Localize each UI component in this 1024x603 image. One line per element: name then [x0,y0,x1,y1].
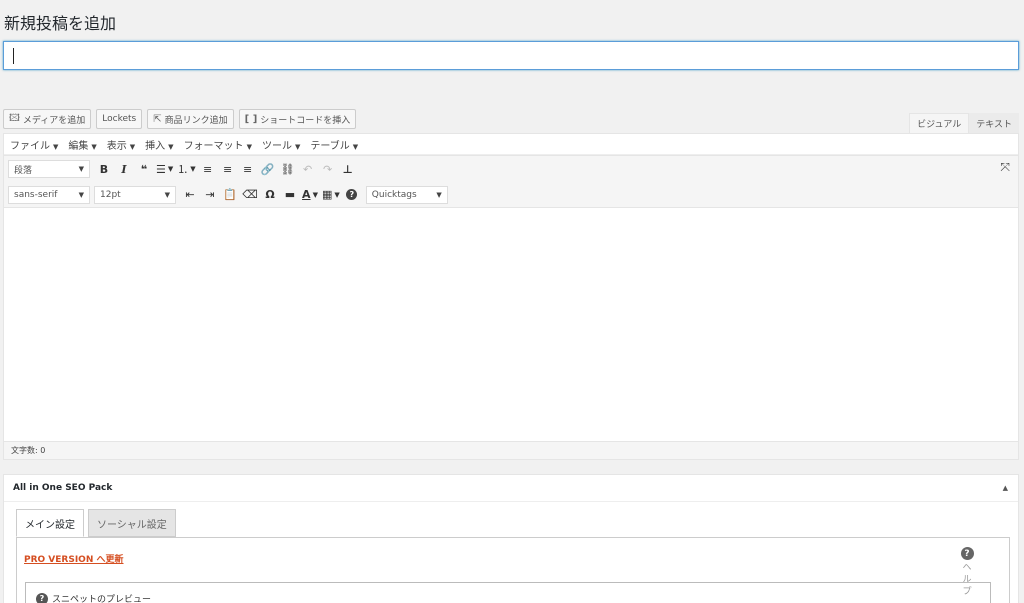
chevron-down-icon: ▼ [246,142,252,151]
align-left-icon[interactable]: ≡ [200,160,216,178]
post-title-input[interactable] [3,41,1019,70]
chevron-down-icon: ▼ [352,142,359,151]
unlink-icon[interactable]: ⛓ [280,160,296,178]
editor-mode-tabs: ビジュアル テキスト [909,113,1019,133]
chevron-down-icon: ▼ [312,190,318,199]
chevron-down-icon: ▼ [53,142,59,151]
link-icon[interactable]: 🔗 [260,160,276,178]
menu-edit[interactable]: 編集 ▼ [68,137,96,152]
chevron-down-icon: ▼ [167,165,174,173]
question-icon[interactable]: ? [36,592,48,603]
quicktags-select[interactable]: Quicktags ▼ [365,185,448,204]
chevron-down-icon: ▼ [78,190,84,199]
font-family-select[interactable]: sans-serif ▼ [8,185,90,204]
editor-menubar: ファイル ▼ 編集 ▼ 表示 ▼ 挿入 ▼ フォーマット ▼ ツール ▼ テーブル ▼ [4,134,1018,155]
bold-icon[interactable]: B [96,160,112,178]
numbered-list-icon[interactable]: ⒈ ▼ [177,160,195,178]
bullet-list-icon[interactable]: ☰ ▼ [156,160,173,178]
menu-file[interactable]: ファイル ▼ [10,137,58,152]
insert-shortcode-label: ショートコードを挿入 [260,115,351,126]
align-right-icon[interactable]: ≡ [240,160,256,178]
editor-content-area[interactable] [4,208,1018,441]
lockets-label: Lockets [102,114,137,124]
snippet-preview-box: ? スニペットのプレビュー [25,582,991,603]
product-link-label: 商品リンク追加 [164,115,228,126]
toolbar-row-2: sans-serif ▼ 12pt ▼ ⇤ ⇥ 📋 ⌫ Ω ▬ A ▼ ▦ ▼ ? Qu… [4,182,1018,208]
text-color-icon[interactable]: A ▼ [302,186,318,204]
menu-insert[interactable]: 挿入 ▼ [145,137,173,152]
tab-main-settings[interactable]: メイン設定 [16,509,84,537]
snippet-preview-label: ? スニペットのプレビュー [36,592,151,603]
seo-metabox: All in One SEO Pack ▲ メイン設定 ソーシャル設定 PRO … [3,474,1019,603]
seo-tabs: メイン設定 ソーシャル設定 [16,509,176,537]
paste-text-icon[interactable]: 📋 [222,186,238,204]
question-icon: ? [960,547,974,560]
tab-visual[interactable]: ビジュアル [909,113,970,133]
media-buttons-bar: 🖾 メディアを追加 Lockets ⇱ 商品リンク追加 [ ] ショートコードを… [3,109,357,129]
link-out-icon: ⇱ [153,113,162,125]
special-character-icon[interactable]: ⊥ [340,160,356,178]
seo-metabox-header[interactable]: All in One SEO Pack [4,475,1018,502]
menu-tools[interactable]: ツール ▼ [262,137,300,152]
fullscreen-icon[interactable]: ⤧ [1000,160,1010,175]
menu-view[interactable]: 表示 ▼ [107,137,135,152]
font-size-select[interactable]: 12pt ▼ [94,185,176,204]
page-title: 新規投稿を追加 [4,14,117,33]
table-icon[interactable]: ▦ ▼ [322,186,340,204]
lockets-button[interactable]: Lockets [96,109,143,129]
redo-icon[interactable]: ↷ [320,160,336,178]
chevron-down-icon: ▼ [91,142,97,151]
help-icon[interactable]: ? [344,186,360,204]
seo-tab-panel: PRO VERSION へ更新 ? ヘルプ ? スニペットのプレビュー [16,537,1010,603]
chevron-down-icon: ▼ [164,190,170,199]
align-center-icon[interactable]: ≡ [220,160,236,178]
undo-icon[interactable]: ↶ [300,160,316,178]
chevron-down-icon: ▼ [129,142,136,151]
seo-metabox-title: All in One SEO Pack [13,483,113,493]
editor: ファイル ▼ 編集 ▼ 表示 ▼ 挿入 ▼ フォーマット ▼ ツール ▼ テーブル ▼ 段落 ▼… [3,133,1019,460]
blockquote-icon[interactable]: ❝ [136,160,152,178]
indent-icon[interactable]: ⇥ [202,186,218,204]
word-count: 文字数: 0 [11,446,46,455]
toolbar-row-1: 段落 ▼ B I ❝ ☰ ▼ ⒈ ▼ ≡ ≡ ≡ 🔗 ⛓ ↶ ↷ ⊥ [4,155,1018,182]
media-icon: 🖾 [9,112,20,124]
add-media-button[interactable]: 🖾 メディアを追加 [3,109,92,129]
pro-version-link[interactable]: PRO VERSION へ更新 [24,552,124,565]
chevron-down-icon: ▼ [436,190,442,199]
horizontal-rule-icon[interactable]: ▬ [282,186,298,204]
shortcode-icon: [ ] [244,113,258,125]
text-caret [13,48,14,64]
chevron-down-icon: ▼ [168,142,174,151]
editor-statusbar: 文字数: 0 [4,441,1018,459]
format-select[interactable]: 段落 ▼ [8,160,90,178]
italic-icon[interactable]: I [116,160,132,178]
clear-formatting-icon[interactable]: ⌫ [242,186,258,204]
omega-icon[interactable]: Ω [262,186,278,204]
chevron-down-icon: ▼ [334,190,340,199]
chevron-down-icon: ▼ [294,142,301,151]
add-media-label: メディアを追加 [22,115,86,126]
product-link-button[interactable]: ⇱ 商品リンク追加 [147,109,234,129]
tab-social-settings[interactable]: ソーシャル設定 [88,509,176,537]
menu-table[interactable]: テーブル ▼ [310,137,358,152]
menu-format[interactable]: フォーマット ▼ [184,137,252,152]
chevron-down-icon: ▼ [190,165,196,173]
chevron-down-icon: ▼ [78,165,84,173]
tab-text[interactable]: テキスト [969,113,1019,133]
insert-shortcode-button[interactable]: [ ] ショートコードを挿入 [238,109,357,129]
collapse-toggle-icon[interactable]: ▲ [1003,484,1008,492]
outdent-icon[interactable]: ⇤ [182,186,198,204]
